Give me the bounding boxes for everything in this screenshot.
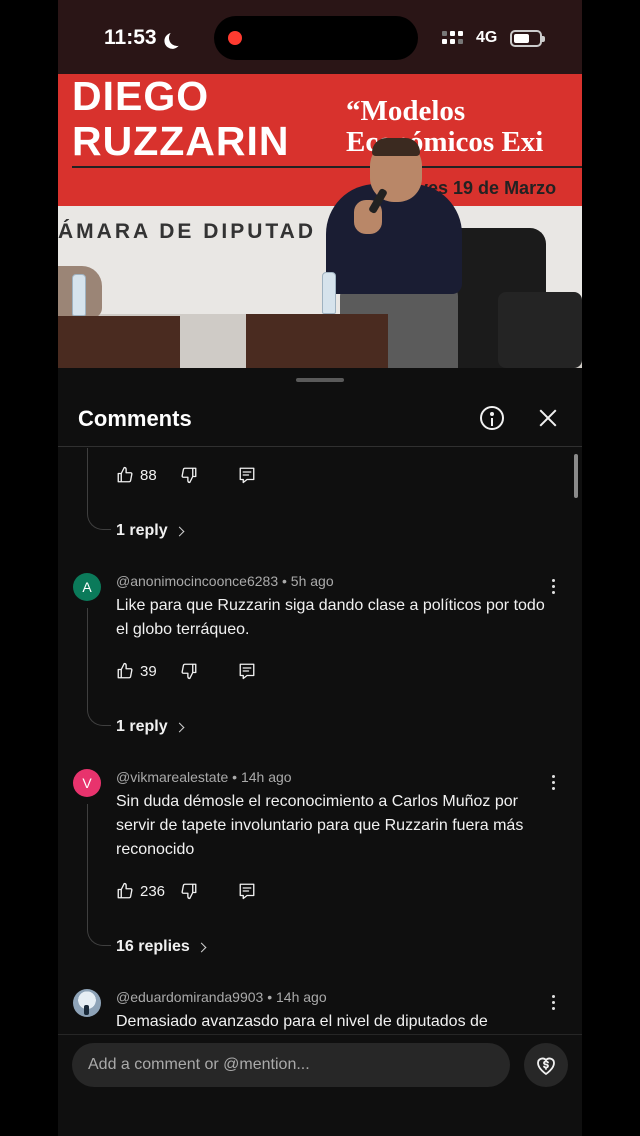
- comments-sheet: Comments 88 1 reply A @anonimocincoonce6…: [58, 368, 582, 1136]
- scrollbar[interactable]: [574, 454, 578, 498]
- comment-text: Demasiado avanzasdo para el nivel de dip…: [116, 1013, 488, 1030]
- event-banner: DIEGO RUZZARIN “Modelos Económicos Exi v…: [58, 74, 582, 206]
- thread-connector: [87, 804, 111, 946]
- speaker-name-line2: RUZZARIN: [72, 118, 290, 164]
- armchair-arm: [498, 292, 582, 368]
- comment-author[interactable]: @anonimocincoonce6283: [116, 573, 278, 589]
- comment-meta: @vikmarealestate • 14h ago: [116, 769, 292, 785]
- talk-topic-line1: “Modelos: [346, 95, 466, 127]
- speaker-name-line1: DIEGO: [72, 74, 210, 119]
- like-icon[interactable]: [116, 466, 134, 484]
- comment-actions: 88: [116, 463, 256, 487]
- chevron-right-icon: [174, 526, 185, 536]
- video-player[interactable]: DIEGO RUZZARIN “Modelos Económicos Exi v…: [58, 74, 582, 368]
- header-divider: [58, 446, 582, 447]
- like-icon[interactable]: [116, 662, 134, 680]
- reply-icon[interactable]: [238, 882, 256, 900]
- replies-button[interactable]: 1 reply: [116, 522, 185, 540]
- avatar-letter: V: [82, 775, 92, 791]
- signal-icon: [442, 31, 463, 44]
- thanks-icon[interactable]: [524, 1043, 568, 1087]
- thread-connector: [87, 608, 111, 726]
- venue-sign: ÁMARA DE DIPUTAD: [58, 220, 316, 243]
- replies-button[interactable]: 1 reply: [116, 718, 185, 736]
- like-count: 88: [140, 466, 157, 484]
- drag-handle[interactable]: [296, 378, 344, 382]
- clock: 11:53: [104, 26, 157, 49]
- water-bottle: [72, 274, 86, 316]
- dynamic-island: [214, 16, 418, 60]
- recording-indicator: [228, 31, 242, 45]
- comment-meta: @eduardomiranda9903 • 14h ago: [116, 989, 327, 1005]
- comment-actions: 236: [116, 879, 256, 903]
- speaker-hair: [372, 138, 420, 156]
- center-table: [246, 314, 388, 368]
- network-type: 4G: [476, 29, 498, 46]
- banner-divider: [72, 166, 582, 168]
- battery-icon: [510, 30, 545, 47]
- avatar[interactable]: A: [73, 573, 101, 601]
- reply-icon[interactable]: [238, 662, 256, 680]
- water-bottle: [322, 272, 336, 314]
- dislike-icon[interactable]: [180, 662, 198, 680]
- like-count: 236: [140, 882, 166, 900]
- phone-screen: 11:53 4G DIEGO RUZZARIN “Modelos Económi…: [58, 0, 582, 1136]
- replies-label: 1 reply: [116, 522, 168, 539]
- sheet-title: Comments: [78, 406, 192, 431]
- more-icon[interactable]: [552, 775, 556, 791]
- comment-time: 5h ago: [290, 573, 334, 589]
- speaker-name: DIEGO RUZZARIN: [72, 74, 290, 164]
- comment-time: 14h ago: [276, 989, 327, 1005]
- like-count: 39: [140, 662, 157, 680]
- thread-connector: [87, 448, 111, 530]
- like-icon[interactable]: [116, 882, 134, 900]
- close-icon[interactable]: [536, 406, 560, 430]
- dislike-icon[interactable]: [180, 882, 198, 900]
- meta-separator: •: [232, 769, 241, 785]
- comment-list[interactable]: 88 1 reply A @anonimocincoonce6283 • 5h …: [58, 448, 582, 1034]
- comment-meta: @anonimocincoonce6283 • 5h ago: [116, 573, 334, 589]
- avatar[interactable]: V: [73, 769, 101, 797]
- comment-input[interactable]: [72, 1043, 510, 1087]
- comment-composer: [58, 1034, 582, 1136]
- chevron-right-icon: [196, 942, 207, 952]
- comment-text: Sin duda démosle el reconocimiento a Car…: [116, 793, 524, 858]
- replies-button[interactable]: 16 replies: [116, 938, 207, 956]
- comment-text: Like para que Ruzzarin siga dando clase …: [116, 597, 545, 638]
- more-icon[interactable]: [552, 995, 556, 1011]
- status-bar: 11:53 4G: [58, 0, 582, 74]
- comment-actions: 39: [116, 659, 256, 683]
- status-time: 11:53: [104, 26, 179, 50]
- avatar-letter: A: [82, 579, 92, 595]
- info-icon[interactable]: [480, 406, 504, 430]
- replies-label: 1 reply: [116, 718, 168, 735]
- replies-label: 16 replies: [116, 938, 190, 955]
- comment-author[interactable]: @eduardomiranda9903: [116, 989, 263, 1005]
- more-icon[interactable]: [552, 579, 556, 595]
- moon-icon: [167, 29, 186, 48]
- dislike-icon[interactable]: [180, 466, 198, 484]
- side-table: [58, 316, 180, 368]
- comment-author[interactable]: @vikmarealestate: [116, 769, 228, 785]
- reply-icon[interactable]: [238, 466, 256, 484]
- chevron-right-icon: [174, 722, 185, 732]
- meta-separator: •: [267, 989, 277, 1005]
- comment-time: 14h ago: [240, 769, 292, 785]
- avatar[interactable]: [73, 989, 101, 1017]
- meta-separator: •: [282, 573, 291, 589]
